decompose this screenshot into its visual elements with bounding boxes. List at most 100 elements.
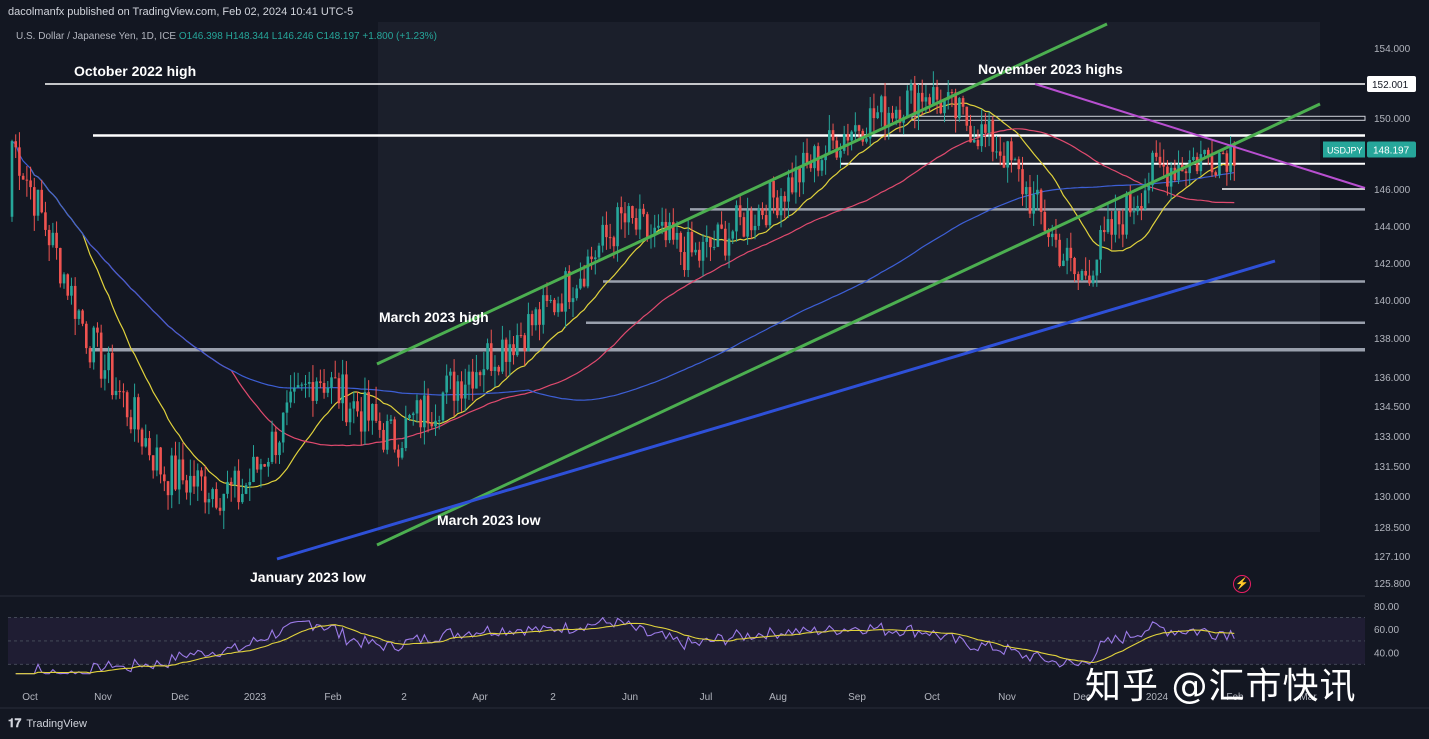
candle-body — [865, 138, 868, 142]
candle-body — [281, 412, 285, 443]
candle-body — [828, 130, 831, 154]
candle-body — [854, 125, 857, 132]
candle-body — [434, 420, 437, 427]
candle-body — [764, 215, 768, 226]
time-tick-label: Oct — [22, 692, 38, 703]
candle-body — [200, 470, 203, 477]
candle-body — [1084, 270, 1087, 276]
candle-body — [382, 429, 385, 450]
candle-body — [894, 109, 898, 119]
price-tick-label: 140.000 — [1374, 296, 1411, 307]
candle-body — [657, 225, 660, 228]
candle-body — [1006, 141, 1009, 168]
candle-body — [724, 228, 727, 256]
candle-body — [619, 207, 623, 214]
footer-brand-label: TradingView — [26, 717, 87, 730]
time-tick-label: Aug — [769, 692, 787, 703]
candle-body — [497, 366, 500, 372]
candle-body — [698, 249, 701, 261]
flash-icon[interactable]: ⚡ — [1233, 575, 1251, 593]
candle-body — [1013, 159, 1017, 161]
candle-body — [311, 382, 315, 401]
candle-body — [482, 369, 486, 376]
candle-body — [1010, 141, 1013, 161]
candle-body — [1065, 247, 1069, 261]
candle-body — [545, 295, 549, 301]
candle-body — [267, 461, 270, 467]
candle-body — [408, 415, 411, 419]
time-tick-label: 2 — [401, 692, 407, 703]
candle-body — [1099, 230, 1102, 260]
candle-body — [122, 391, 125, 393]
candle-body — [686, 231, 690, 271]
price-tick-label: 142.000 — [1374, 259, 1411, 270]
low-value: L146.246 — [271, 31, 314, 42]
candle-body — [909, 83, 913, 91]
candle-body — [1117, 210, 1121, 225]
candle-body — [404, 418, 408, 448]
candle-body — [1121, 224, 1125, 235]
candle-body — [445, 375, 448, 393]
candle-body — [274, 431, 278, 456]
candle-body — [237, 470, 240, 503]
candle-body — [10, 141, 14, 217]
candle-body — [1128, 193, 1132, 213]
candle-body — [690, 231, 694, 253]
candle-body — [1143, 190, 1147, 210]
candle-body — [608, 237, 612, 239]
time-tick-label: Dec — [171, 692, 189, 703]
price-tick-label: 136.000 — [1374, 373, 1411, 384]
candle-body — [456, 381, 460, 401]
candle-body — [389, 419, 393, 422]
candle-body — [55, 232, 58, 248]
time-tick-label: Apr — [472, 692, 488, 703]
candle-body — [932, 87, 935, 105]
candle-body — [322, 382, 326, 393]
candle-body — [285, 402, 289, 413]
candle-body — [920, 92, 924, 102]
candle-body — [779, 196, 783, 216]
candle-body — [950, 92, 954, 94]
candle-body — [111, 352, 114, 396]
candle-body — [679, 232, 683, 253]
time-tick-label: Nov — [94, 692, 112, 703]
candle-body — [1054, 233, 1058, 240]
candle-body — [263, 464, 266, 467]
candle-body — [1177, 164, 1180, 181]
candle-body — [965, 106, 969, 126]
annotation-label: November 2023 highs — [978, 61, 1123, 77]
candle-body — [1021, 169, 1024, 195]
candle-body — [189, 475, 192, 493]
price-tick-label: 146.000 — [1374, 185, 1411, 196]
rsi-tick-label: 60.00 — [1374, 625, 1399, 636]
price-tick-label: 127.100 — [1374, 552, 1411, 563]
candle-body — [40, 189, 44, 213]
candle-body — [675, 232, 679, 240]
candle-body — [244, 485, 248, 494]
candle-body — [192, 475, 196, 487]
candle-body — [1195, 156, 1199, 172]
rsi-tick-label: 40.00 — [1374, 649, 1399, 660]
candle-body — [712, 246, 716, 248]
candle-body — [374, 404, 378, 421]
candle-body — [705, 237, 709, 242]
price-chart[interactable]: 80.0060.0040.00 154.000152.000150.000148… — [0, 0, 1429, 739]
time-tick-label: Jun — [622, 692, 638, 703]
time-tick-label: Oct — [924, 692, 940, 703]
candle-body — [790, 177, 794, 193]
candle-body — [1132, 211, 1136, 213]
price-tag-label: 148.197 — [1373, 146, 1410, 157]
candle-body — [575, 288, 579, 299]
candle-body — [155, 447, 159, 471]
candle-body — [1076, 274, 1080, 281]
candle-body — [326, 387, 330, 393]
candle-body — [18, 147, 21, 176]
channel-shade — [378, 22, 1320, 532]
candle-body — [683, 252, 686, 271]
candle-body — [174, 455, 177, 490]
candle-body — [241, 493, 244, 503]
candle-body — [419, 400, 422, 428]
candle-body — [81, 310, 84, 324]
candle-body — [553, 299, 556, 313]
candle-body — [593, 257, 597, 260]
